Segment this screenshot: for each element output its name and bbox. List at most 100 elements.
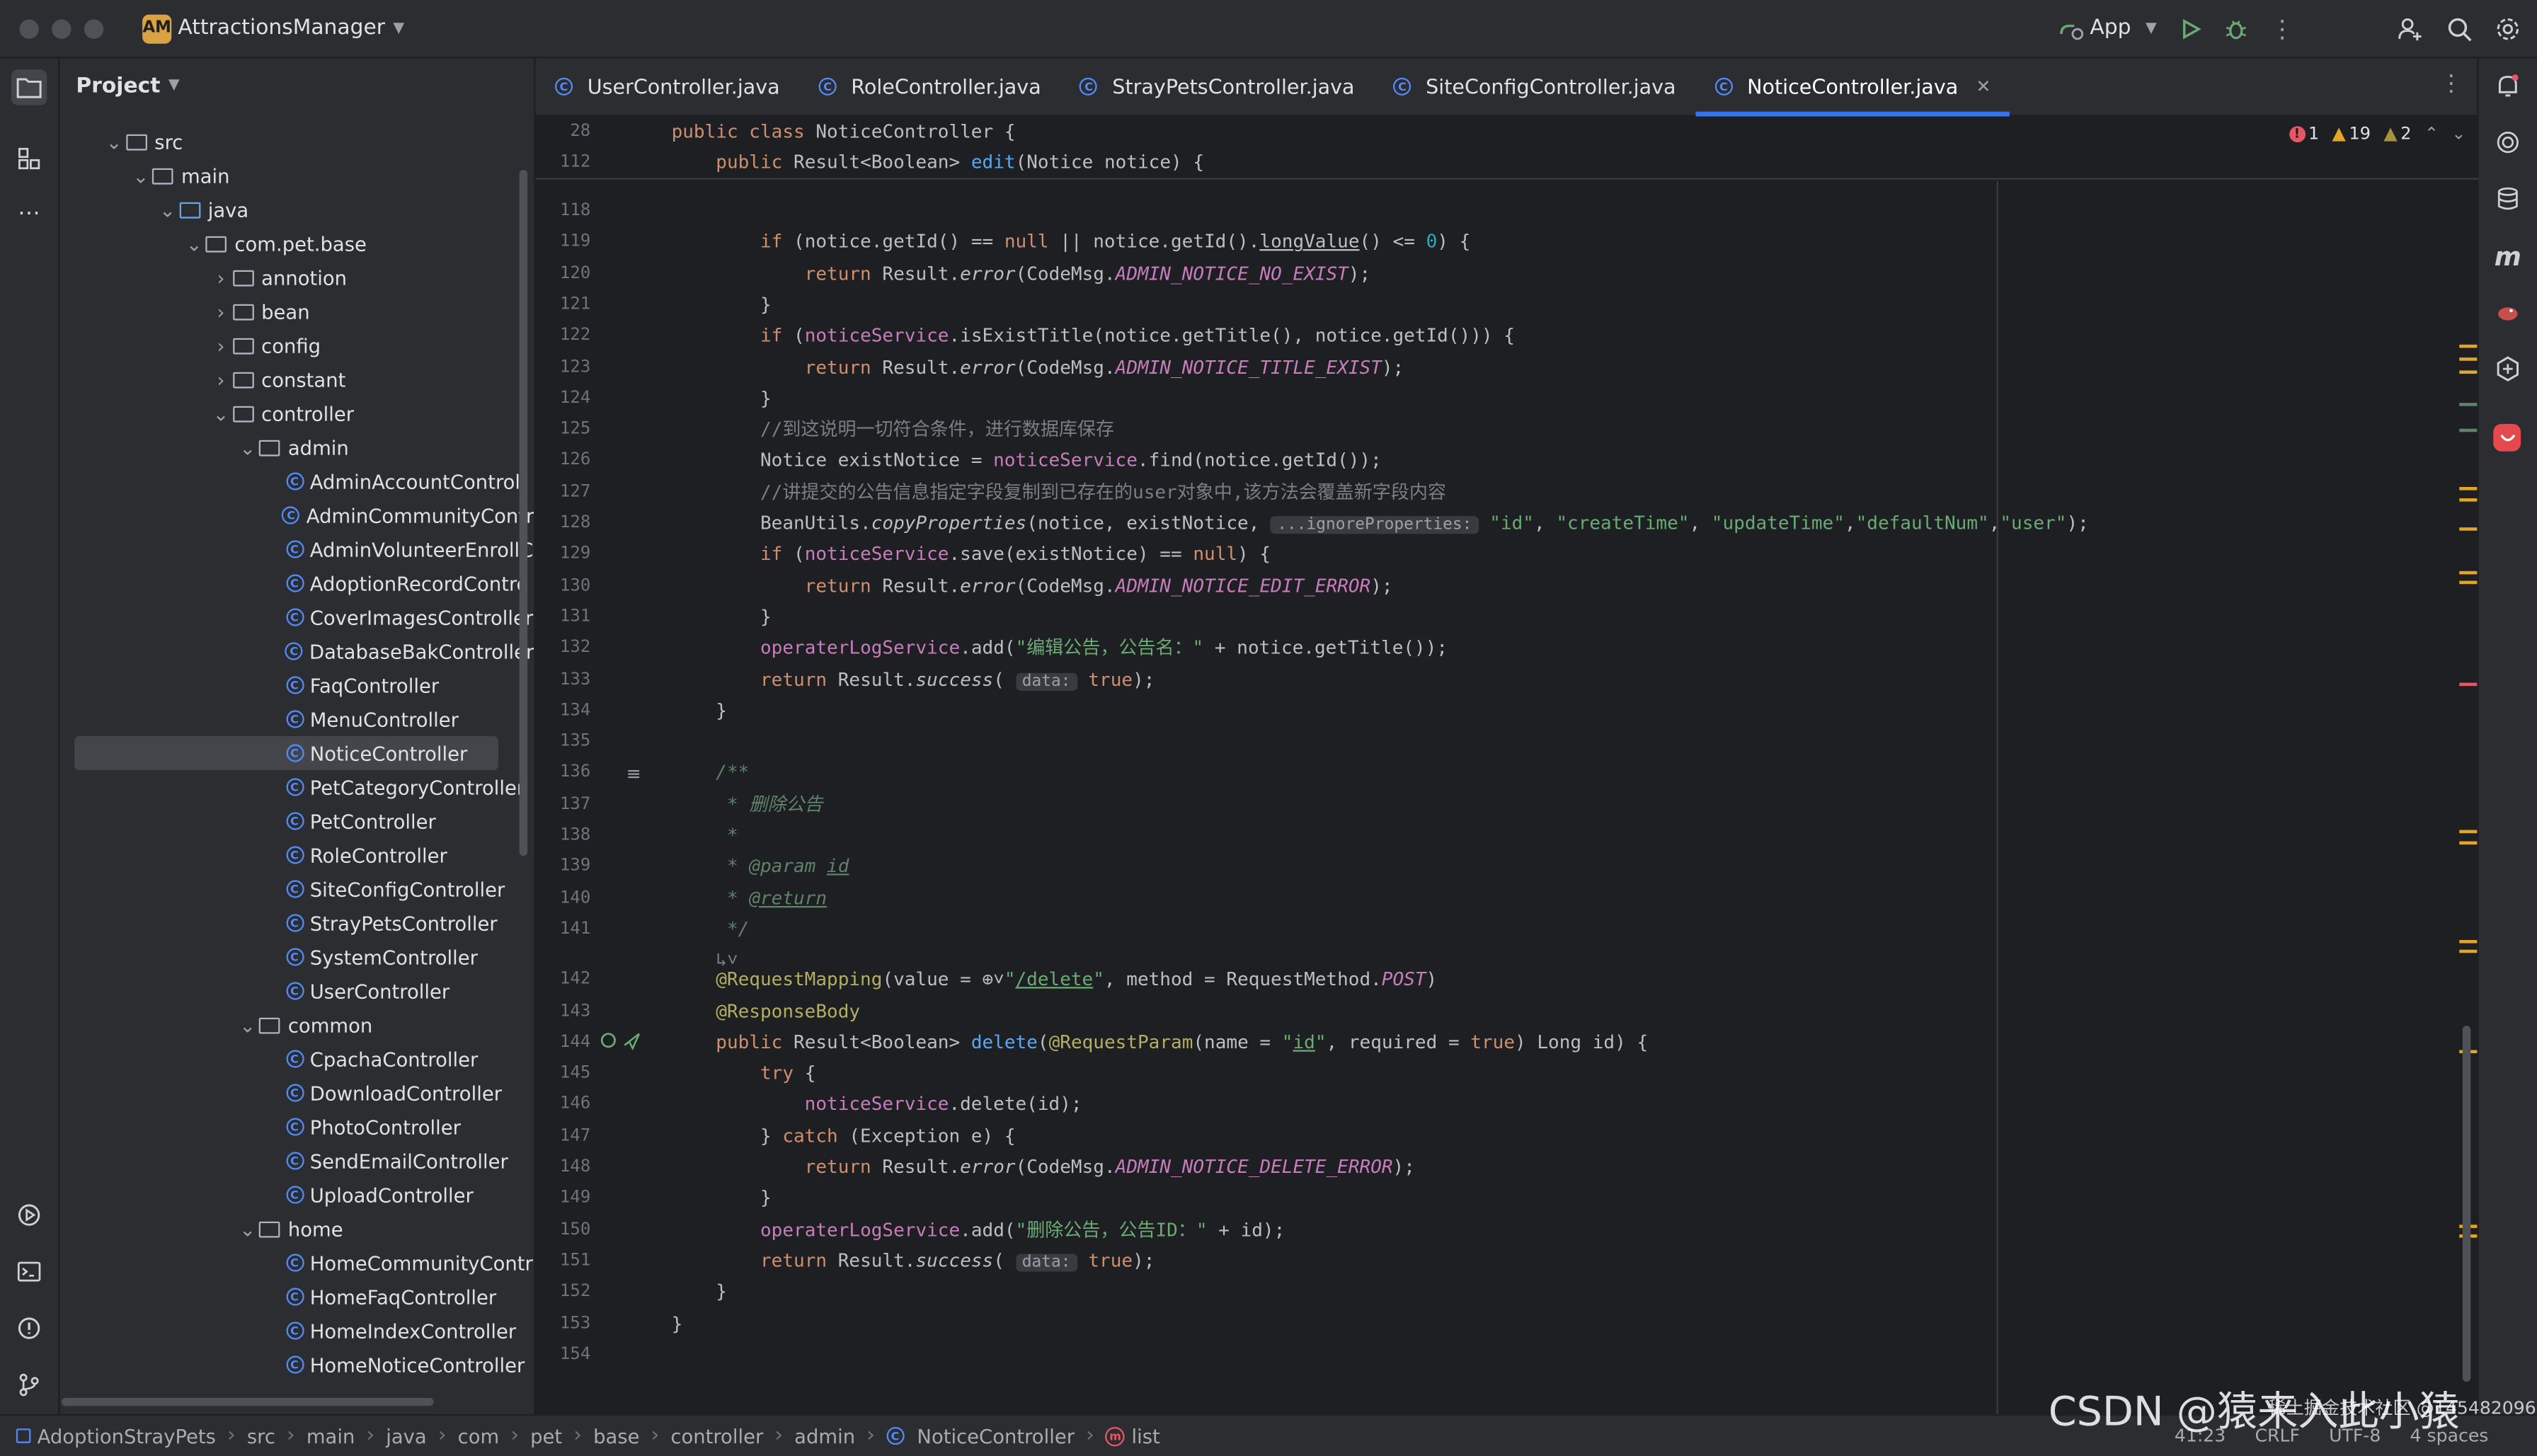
project-tree-horizontal-scrollbar[interactable] xyxy=(61,1397,434,1406)
line-number[interactable]: 120 xyxy=(536,258,590,290)
chevron-down-icon[interactable]: ⌄ xyxy=(236,1014,259,1036)
weak-warning-count[interactable]: ▲ 2 xyxy=(2383,123,2411,144)
line-number[interactable]: 144 xyxy=(536,1027,590,1058)
code-text[interactable]: Notice existNotice = noticeService.find(… xyxy=(672,445,1382,476)
code-text[interactable]: } xyxy=(672,1183,772,1215)
chevron-right-icon[interactable]: › xyxy=(210,368,232,391)
tab-usercontroller-java[interactable]: C UserController.java xyxy=(536,58,800,115)
chevron-down-icon[interactable]: ⌄ xyxy=(130,164,152,187)
line-number[interactable]: 125 xyxy=(536,414,590,445)
line-number[interactable]: 139 xyxy=(536,852,590,883)
line-number[interactable]: 152 xyxy=(536,1277,590,1308)
code-text[interactable]: public Result<Boolean> edit(Notice notic… xyxy=(672,148,1204,179)
breadcrumb-item[interactable]: com xyxy=(458,1425,500,1448)
code-text[interactable]: //讲提交的公告信息指定字段复制到已存在的user对象中,该方法会覆盖新字段内容 xyxy=(672,477,1446,508)
tree-item-sendemailcontroller[interactable]: C SendEmailController xyxy=(60,1144,534,1178)
code-line[interactable]: 141 */ xyxy=(536,914,2479,945)
tree-item-petcontroller[interactable]: C PetController xyxy=(60,804,534,838)
line-number[interactable]: 142 xyxy=(536,965,590,996)
tree-item-admin[interactable]: ⌄ admin xyxy=(60,430,534,464)
code-text[interactable]: return Result.success( data: true); xyxy=(672,1246,1155,1278)
line-number[interactable]: 112 xyxy=(536,148,590,179)
line-number[interactable]: 136 xyxy=(536,758,590,789)
line-number[interactable]: 124 xyxy=(536,383,590,414)
line-number[interactable]: 132 xyxy=(536,633,590,664)
tree-item-com-pet-base[interactable]: ⌄ com.pet.base xyxy=(60,227,534,260)
code-line[interactable]: 154 xyxy=(536,1339,2479,1370)
code-line[interactable]: 142 @RequestMapping(value = ⊕˅"/delete",… xyxy=(536,965,2479,996)
code-line[interactable]: 128 BeanUtils.copyProperties(notice, exi… xyxy=(536,508,2479,539)
code-line[interactable]: 148 return Result.error(CodeMsg.ADMIN_NO… xyxy=(536,1152,2479,1183)
tree-item-petcategorycontroller[interactable]: C PetCategoryController xyxy=(60,770,534,804)
code-line[interactable]: 120 return Result.error(CodeMsg.ADMIN_NO… xyxy=(536,258,2479,290)
warning-marker[interactable] xyxy=(2459,830,2479,834)
notifications-bell-icon[interactable] xyxy=(2490,68,2526,103)
change-marker[interactable] xyxy=(2459,403,2479,406)
warning-count[interactable]: ▲ 19 xyxy=(2332,123,2371,144)
code-text[interactable]: public Result<Boolean> delete(@RequestPa… xyxy=(672,1027,1648,1058)
code-line[interactable]: 138 * xyxy=(536,820,2479,852)
code-line[interactable]: 144 public Result<Boolean> delete(@Reque… xyxy=(536,1027,2479,1058)
code-line[interactable]: 152 } xyxy=(536,1277,2479,1308)
tree-item-admincommunitycontr[interactable]: C AdminCommunityContr xyxy=(60,498,534,532)
breadcrumb-item[interactable]: controller xyxy=(670,1425,763,1448)
chevron-up-icon[interactable]: ⌃ xyxy=(2424,124,2439,143)
code-line[interactable]: 112 public Result<Boolean> edit(Notice n… xyxy=(536,148,2479,179)
code-text[interactable]: return Result.error(CodeMsg.ADMIN_NOTICE… xyxy=(672,571,1393,602)
code-line[interactable]: 133 return Result.success( data: true); xyxy=(536,664,2479,695)
warning-marker[interactable] xyxy=(2459,571,2479,575)
javadoc-toggle-icon[interactable]: ≡ xyxy=(626,764,641,785)
line-number[interactable]: 121 xyxy=(536,290,590,321)
tab-straypetscontroller-java[interactable]: C StrayPetsController.java xyxy=(1060,58,1374,115)
code-text[interactable]: } xyxy=(672,602,772,633)
breadcrumb-item[interactable]: C NoticeController xyxy=(886,1425,1075,1448)
database-icon[interactable] xyxy=(2490,181,2526,217)
plugin-hex-icon[interactable] xyxy=(2490,351,2526,386)
warning-marker[interactable] xyxy=(2459,527,2479,531)
line-number[interactable]: 154 xyxy=(536,1339,590,1370)
project-tree-scrollbar[interactable] xyxy=(519,169,528,856)
tree-item-databasebakcontroller[interactable]: C DatabaseBakController xyxy=(60,634,534,668)
line-number[interactable]: 146 xyxy=(536,1089,590,1120)
breadcrumb-item[interactable]: admin xyxy=(794,1425,855,1448)
project-panel-header[interactable]: Project ▼ xyxy=(60,58,534,113)
breadcrumb-item[interactable]: AdoptionStrayPets xyxy=(16,1425,216,1448)
code-line[interactable]: 143 @ResponseBody xyxy=(536,996,2479,1027)
code-text[interactable]: } xyxy=(672,1277,727,1308)
code-line[interactable]: 28 public class NoticeController { xyxy=(536,117,2479,148)
tree-item-rolecontroller[interactable]: C RoleController xyxy=(60,838,534,872)
chevron-down-icon[interactable]: ▼ xyxy=(168,78,180,94)
code-text[interactable]: * @return xyxy=(672,883,827,914)
warning-marker[interactable] xyxy=(2459,370,2479,374)
tab-options-icon[interactable]: ⋮ xyxy=(2440,71,2463,98)
code-line[interactable]: 137 * 删除公告 xyxy=(536,789,2479,820)
tree-item-src[interactable]: ⌄ src xyxy=(60,125,534,159)
code-line[interactable]: 139 * @param id xyxy=(536,852,2479,883)
code-line[interactable]: 146 noticeService.delete(id); xyxy=(536,1089,2479,1120)
tree-item-adminvolunteerenrollc[interactable]: C AdminVolunteerEnrollC xyxy=(60,532,534,566)
code-line[interactable]: 134 } xyxy=(536,695,2479,726)
tree-item-common[interactable]: ⌄ common xyxy=(60,1008,534,1042)
tree-item-bean[interactable]: › bean xyxy=(60,294,534,328)
tree-item-home[interactable]: ⌄ home xyxy=(60,1212,534,1246)
tab-noticecontroller-java[interactable]: C NoticeController.java ✕ xyxy=(1695,58,2010,117)
change-marker[interactable] xyxy=(2459,428,2479,432)
code-text[interactable]: } catch (Exception e) { xyxy=(672,1120,1016,1152)
chevron-down-icon[interactable]: ⌄ xyxy=(156,198,179,221)
code-text[interactable]: } xyxy=(672,290,772,321)
run-config-selector[interactable]: App ▼ xyxy=(2058,16,2157,40)
code-text[interactable]: if (notice.getId() == null || notice.get… xyxy=(672,227,1470,258)
code-line[interactable]: 126 Notice existNotice = noticeService.f… xyxy=(536,445,2479,476)
zoom-window-button[interactable] xyxy=(84,18,104,38)
inspection-widget[interactable]: ! 1 ▲ 19 ▲ 2 ⌃ ⌄ xyxy=(2289,123,2466,144)
warning-marker[interactable] xyxy=(2459,580,2479,585)
line-number[interactable]: 151 xyxy=(536,1246,590,1277)
chevron-down-icon[interactable]: ⌄ xyxy=(210,402,232,425)
code-editor[interactable]: 28 public class NoticeController {112 pub… xyxy=(535,116,2479,1414)
line-number[interactable]: 137 xyxy=(536,789,590,820)
code-line[interactable]: 123 return Result.error(CodeMsg.ADMIN_NO… xyxy=(536,352,2479,383)
error-marker[interactable] xyxy=(2459,682,2479,687)
plugin-red-icon[interactable] xyxy=(2493,423,2521,452)
tree-item-adminaccountcontroll[interactable]: C AdminAccountControll xyxy=(60,464,534,498)
warning-marker[interactable] xyxy=(2459,357,2479,361)
